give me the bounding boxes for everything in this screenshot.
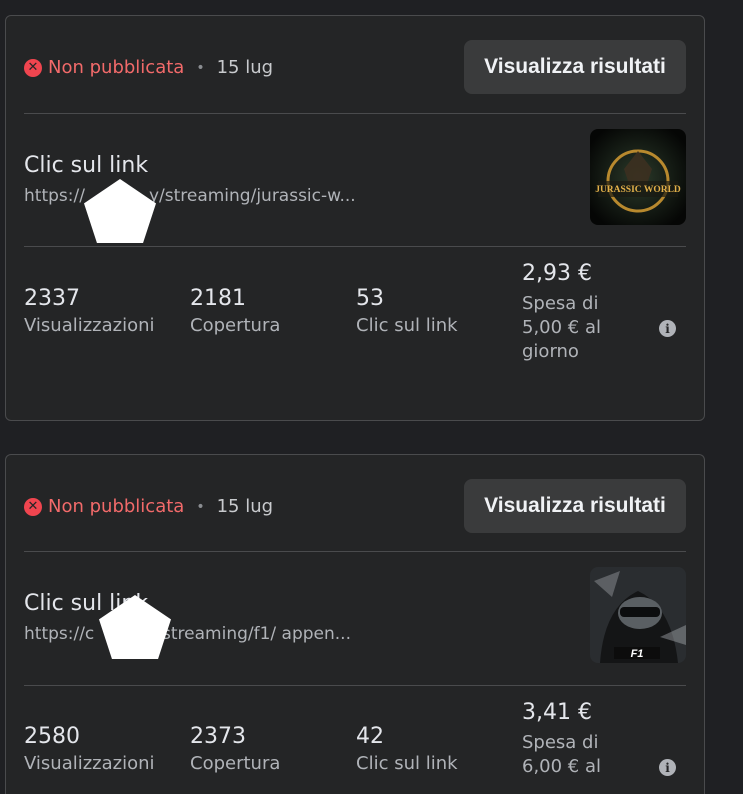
metric-views: 2337 Visualizzazioni	[24, 286, 155, 336]
ad-thumbnail[interactable]: F1	[590, 567, 686, 663]
spend-value: 2,93 €	[522, 261, 592, 286]
view-results-button[interactable]: Visualizza risultati	[464, 479, 686, 533]
ad-thumbnail-image: F1	[590, 567, 686, 663]
divider	[24, 246, 686, 247]
thumbnail-logo-text: JURASSIC WORLD	[595, 185, 681, 195]
info-icon[interactable]: i	[659, 759, 676, 776]
divider	[24, 551, 686, 552]
separator-dot: •	[196, 59, 205, 76]
url-start: https://	[24, 186, 85, 206]
metric-spend: 2,93 € Spesa di 5,00 € al giorno	[522, 261, 612, 364]
metric-value: 2181	[190, 286, 246, 311]
metric-label: Visualizzazioni	[24, 315, 155, 336]
ad-thumbnail[interactable]: JURASSIC WORLD	[590, 129, 686, 225]
ad-thumbnail-image: JURASSIC WORLD	[590, 129, 686, 225]
metric-value: 2580	[24, 724, 80, 749]
spend-value: 3,41 €	[522, 700, 592, 725]
metric-value: 2373	[190, 724, 246, 749]
metric-reach: 2181 Copertura	[190, 286, 280, 336]
status-label: Non pubblicata	[48, 57, 185, 78]
divider	[24, 113, 686, 114]
view-results-button[interactable]: Visualizza risultati	[464, 40, 686, 94]
status-row: ✕ Non pubblicata • 15 lug	[24, 57, 273, 78]
spend-label: Spesa di 5,00 € al giorno	[522, 293, 602, 362]
metric-label: Copertura	[190, 315, 281, 336]
info-icon[interactable]: i	[659, 320, 676, 337]
metric-value: 53	[356, 286, 384, 311]
url-start: https://c	[24, 624, 95, 644]
ad-url[interactable]: https://c/streaming/f1/ appen...	[24, 624, 351, 644]
ad-objective: Clic sul link	[24, 153, 149, 178]
date-label: 15 lug	[216, 496, 274, 517]
ad-card: ✕ Non pubblicata • 15 lug Visualizza ris…	[5, 454, 705, 794]
ad-url[interactable]: https:// y/streaming/jurassic-w...	[24, 186, 356, 206]
ad-card: ✕ Non pubblicata • 15 lug Visualizza ris…	[5, 15, 705, 421]
separator-dot: •	[196, 498, 205, 515]
status-label: Non pubblicata	[48, 496, 185, 517]
url-end: y/streaming/jurassic-w...	[148, 186, 356, 206]
metric-value: 42	[356, 724, 384, 749]
metric-label: Copertura	[190, 753, 281, 774]
ad-card-header: ✕ Non pubblicata • 15 lug Visualizza ris…	[24, 40, 686, 94]
error-x-icon: ✕	[24, 58, 42, 77]
metric-views: 2580 Visualizzazioni	[24, 724, 155, 774]
date-label: 15 lug	[216, 57, 274, 78]
metric-link-clicks: 53 Clic sul link	[356, 286, 458, 336]
metric-spend: 3,41 € Spesa di 6,00 € al	[522, 700, 612, 779]
status-row: ✕ Non pubblicata • 15 lug	[24, 496, 273, 517]
divider	[24, 685, 686, 686]
thumbnail-logo-text: F1	[631, 648, 644, 660]
spend-label: Spesa di 6,00 € al	[522, 732, 602, 777]
error-x-icon: ✕	[24, 497, 42, 516]
url-end: /streaming/f1/ appen...	[156, 624, 351, 644]
metric-label: Clic sul link	[356, 753, 458, 774]
metric-label: Visualizzazioni	[24, 753, 155, 774]
metric-link-clicks: 42 Clic sul link	[356, 724, 458, 774]
ad-card-header: ✕ Non pubblicata • 15 lug Visualizza ris…	[24, 479, 686, 533]
metric-reach: 2373 Copertura	[190, 724, 280, 774]
metric-label: Clic sul link	[356, 315, 458, 336]
metric-value: 2337	[24, 286, 80, 311]
